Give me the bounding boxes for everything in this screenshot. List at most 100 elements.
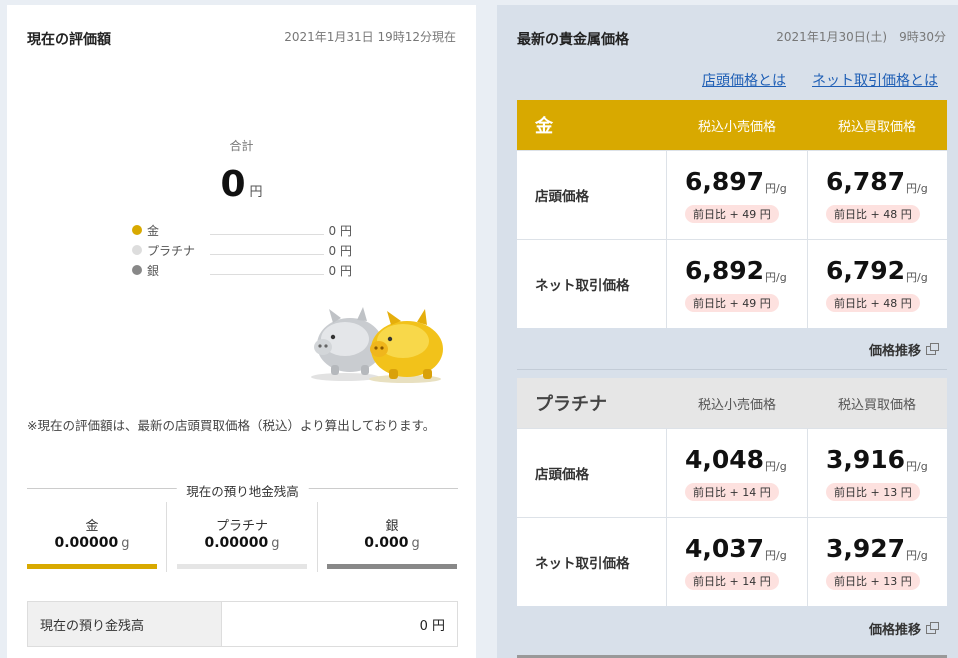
holding-separator <box>317 502 318 572</box>
prices-title: 最新の貴金属価格 <box>517 32 629 48</box>
price-unit: 円/g <box>765 460 787 473</box>
price-unit: 円/g <box>765 271 787 284</box>
external-window-icon <box>926 343 939 355</box>
valuation-timestamp: 2021年1月31日 19時12分現在 <box>284 30 456 44</box>
prices-panel: 最新の貴金属価格 2021年1月30日(土) 9時30分 店頭価格とは ネット取… <box>497 5 958 658</box>
breakdown-value: 0 円 <box>328 244 352 258</box>
row-label: 店頭価格 <box>517 429 667 517</box>
holding-unit: g <box>271 536 280 551</box>
price-change-badge: 前日比 + 48 円 <box>826 205 920 223</box>
retail-price-cell: 6,897 円/g 前日比 + 49 円 <box>667 151 807 239</box>
cash-balance-value: 0 円 <box>419 618 445 634</box>
price-unit: 円/g <box>906 460 928 473</box>
holdings-title: 現在の預り地金残高 <box>176 481 309 500</box>
holding-name: プラチナ <box>215 519 268 534</box>
breakdown-row-silver: 銀 0 円 <box>132 261 352 279</box>
breakdown-value: 0 円 <box>328 224 352 238</box>
row-label: ネット取引価格 <box>517 518 667 606</box>
price-change-badge: 前日比 + 49 円 <box>685 294 779 312</box>
buy-price-cell: 6,787 円/g 前日比 + 48 円 <box>807 151 947 239</box>
platinum-price-table: プラチナ 税込小売価格 税込買取価格 店頭価格 4,048 円/g 前日比 + … <box>517 378 947 606</box>
trend-label: 価格推移 <box>868 344 921 359</box>
holding-value: 0.00000 g <box>177 535 307 551</box>
cash-balance-label: 現在の預り金残高 <box>28 602 222 646</box>
silver-dot-icon <box>132 265 142 275</box>
table-row: 店頭価格 6,897 円/g 前日比 + 49 円 6,787 円/g 前日比 … <box>517 150 947 239</box>
price-change-badge: 前日比 + 48 円 <box>826 294 920 312</box>
holding-separator <box>166 502 167 572</box>
breakdown-value: 0 円 <box>328 264 352 278</box>
price-value: 6,787 <box>826 167 906 196</box>
holding-value: 0.00000 g <box>27 535 157 551</box>
buy-price-cell: 3,916 円/g 前日比 + 13 円 <box>807 429 947 517</box>
holding-gold: 金 0.00000 g <box>27 501 157 569</box>
gold-dot-icon <box>132 225 142 235</box>
platinum-dot-icon <box>132 245 142 255</box>
total-amount: 0 <box>220 164 246 205</box>
breakdown-name: 金 <box>147 224 160 238</box>
price-change-badge: 前日比 + 13 円 <box>826 572 920 590</box>
holding-name: 金 <box>85 519 99 534</box>
holding-bar <box>27 564 157 569</box>
retail-price-column: 税込小売価格 <box>697 397 776 413</box>
platinum-table-header: プラチナ 税込小売価格 税込買取価格 <box>517 378 947 428</box>
breakdown-divider <box>210 234 324 235</box>
holding-bar <box>327 564 457 569</box>
breakdown-name: プラチナ <box>147 244 196 258</box>
breakdown-row-platinum: プラチナ 0 円 <box>132 241 352 259</box>
price-unit: 円/g <box>906 271 928 284</box>
breakdown-name: 銀 <box>147 264 160 278</box>
breakdown-divider <box>210 274 324 275</box>
holdings-section-header: 現在の預り地金残高 <box>27 481 458 500</box>
price-change-badge: 前日比 + 14 円 <box>685 572 779 590</box>
table-row: ネット取引価格 6,892 円/g 前日比 + 49 円 6,792 円/g 前… <box>517 239 947 328</box>
price-unit: 円/g <box>765 549 787 562</box>
price-value: 6,892 <box>685 256 765 285</box>
total-label: 合計 <box>229 139 254 153</box>
holding-platinum: プラチナ 0.00000 g <box>177 501 307 569</box>
price-change-badge: 前日比 + 13 円 <box>826 483 920 501</box>
table-row: ネット取引価格 4,037 円/g 前日比 + 14 円 3,927 円/g 前… <box>517 517 947 606</box>
prices-timestamp: 2021年1月30日(土) 9時30分 <box>776 30 946 44</box>
price-unit: 円/g <box>906 549 928 562</box>
price-value: 4,048 <box>685 445 765 474</box>
holding-unit: g <box>411 536 420 551</box>
valuation-panel: 現在の評価額 2021年1月31日 19時12分現在 合計 0円 金 0 円 プ… <box>7 5 476 658</box>
buy-price-column: 税込買取価格 <box>837 119 916 135</box>
platinum-price-trend-link[interactable]: 価格推移 <box>868 619 939 638</box>
price-change-badge: 前日比 + 49 円 <box>685 205 779 223</box>
retail-price-cell: 6,892 円/g 前日比 + 49 円 <box>667 240 807 328</box>
buy-price-cell: 6,792 円/g 前日比 + 48 円 <box>807 240 947 328</box>
retail-price-column: 税込小売価格 <box>697 119 776 135</box>
price-unit: 円/g <box>765 182 787 195</box>
price-change-badge: 前日比 + 14 円 <box>685 483 779 501</box>
gold-price-trend-link[interactable]: 価格推移 <box>868 340 939 359</box>
buy-price-column: 税込買取価格 <box>837 397 916 413</box>
price-value: 6,897 <box>685 167 765 196</box>
valuation-title: 現在の評価額 <box>27 32 111 48</box>
retail-price-cell: 4,048 円/g 前日比 + 14 円 <box>667 429 807 517</box>
price-unit: 円/g <box>906 182 928 195</box>
section-divider <box>517 369 947 370</box>
breakdown-row-gold: 金 0 円 <box>132 221 352 239</box>
store-price-info-link[interactable]: 店頭価格とは <box>702 70 786 90</box>
price-value: 3,916 <box>826 445 906 474</box>
holding-value: 0.000 g <box>327 535 457 551</box>
table-row: 店頭価格 4,048 円/g 前日比 + 14 円 3,916 円/g 前日比 … <box>517 428 947 517</box>
trend-label: 価格推移 <box>868 623 921 638</box>
holding-amount: 0.00000 <box>54 535 119 551</box>
net-price-info-link[interactable]: ネット取引価格とは <box>812 70 938 90</box>
piggy-bank-illustration <box>311 307 443 383</box>
platinum-metal-label: プラチナ <box>535 394 607 415</box>
external-window-icon <box>926 622 939 634</box>
row-label: 店頭価格 <box>517 151 667 239</box>
valuation-note: ※現在の評価額は、最新の店頭買取価格（税込）より算出しております。 <box>27 418 436 433</box>
holding-amount: 0.000 <box>364 535 409 551</box>
total-value: 0円 <box>7 167 476 203</box>
breakdown-divider <box>210 254 324 255</box>
holding-unit: g <box>121 536 130 551</box>
holding-bar <box>177 564 307 569</box>
buy-price-cell: 3,927 円/g 前日比 + 13 円 <box>807 518 947 606</box>
holding-name: 銀 <box>385 519 399 534</box>
holding-amount: 0.00000 <box>204 535 269 551</box>
